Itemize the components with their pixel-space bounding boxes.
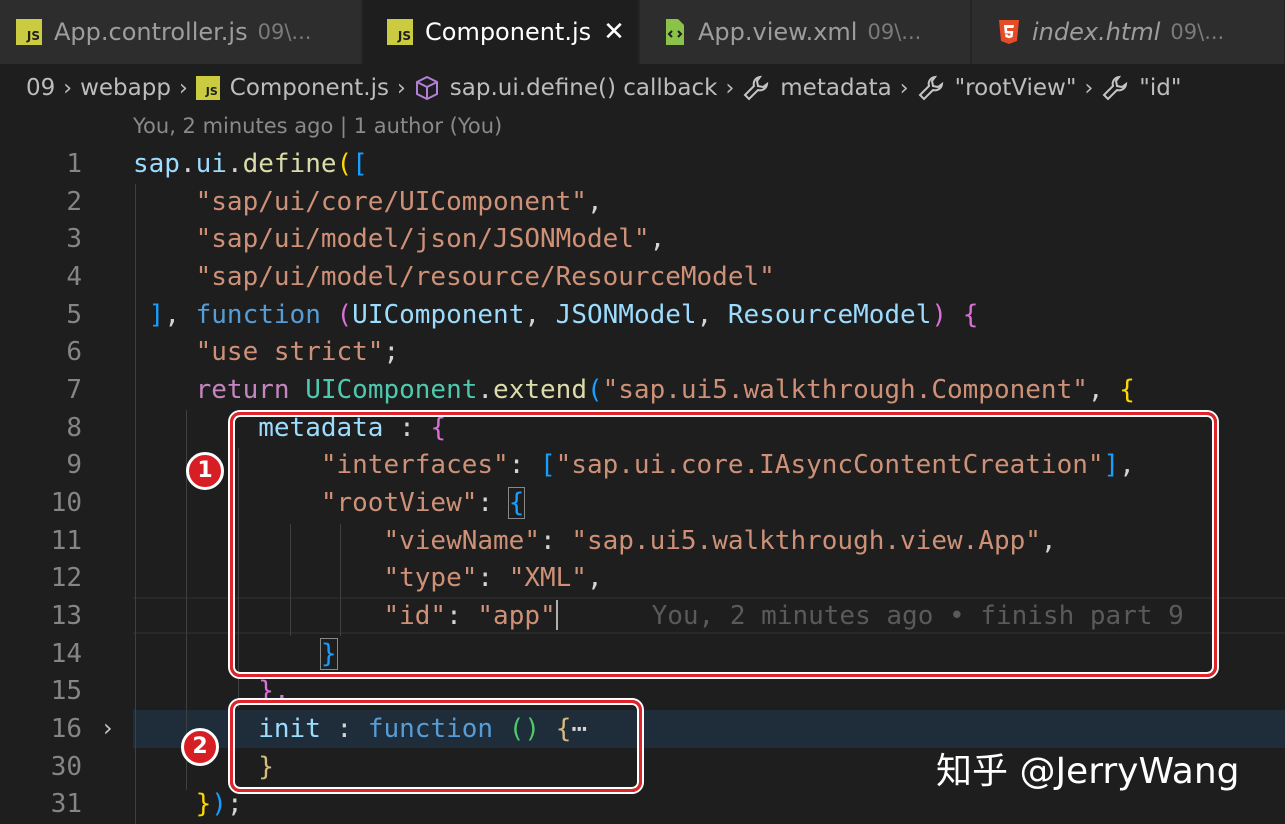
code-line-2[interactable]: "sap/ui/core/UIComponent", [133,184,603,222]
html5-file-icon [999,20,1019,44]
breadcrumb-folder[interactable]: webapp [80,75,171,101]
line-number: 3 [66,224,82,254]
line-number: 8 [66,413,82,443]
tab-path: 09\... [1170,20,1225,44]
tab-path: 09\... [257,20,312,44]
line-number: 30 [50,752,82,782]
annotation-box-1 [230,412,1217,677]
tab-path: 09\... [867,20,922,44]
breadcrumb-folder[interactable]: 09 [26,75,55,101]
wrench-icon [743,75,769,101]
line-number: 31 [50,789,82,819]
breadcrumb-symbol[interactable]: "id" [1139,75,1181,101]
line-number: 6 [66,337,82,367]
tab-app-controller-js[interactable]: JS App.controller.js 09\... [0,0,362,64]
xml-file-icon [666,19,684,45]
tab-label: App.view.xml [698,18,858,46]
tab-label: App.controller.js [54,18,248,46]
line-number: 14 [50,639,82,669]
line-number: 7 [66,375,82,405]
annotation-number-1: 1 [186,452,224,490]
js-file-icon: JS [195,76,220,100]
wrench-icon [918,75,943,101]
line-number: 12 [50,563,82,593]
annotation-box-2 [230,700,642,792]
editor-tab-bar: JS App.controller.js 09\... JS Component… [0,0,1285,64]
line-number: 11 [50,526,82,556]
chevron-right-icon: › [396,75,406,101]
breadcrumb-symbol[interactable]: sap.ui.define() callback [450,75,718,101]
code-line-1[interactable]: sap.ui.define([ [133,146,368,184]
codelens-blame-header[interactable]: You, 2 minutes ago | 1 author (You) [133,114,502,138]
code-line-31[interactable]: }); [133,786,243,824]
line-number: 1 [66,149,82,179]
line-number: 10 [50,488,82,518]
annotation-number-2: 2 [181,728,219,766]
line-number: 13 [50,601,82,631]
breadcrumb: 09 › webapp › JS Component.js › sap.ui.d… [0,64,1285,112]
chevron-right-icon: › [178,75,188,101]
line-number: 4 [66,262,82,292]
close-icon[interactable]: ✕ [603,17,625,47]
breadcrumb-file[interactable]: Component.js [230,75,389,101]
fold-chevron-icon[interactable]: › [103,714,113,742]
breadcrumb-symbol[interactable]: metadata [780,75,891,101]
chevron-right-icon: › [1084,75,1094,101]
line-number: 2 [66,187,82,217]
tab-index-html[interactable]: index.html 09\... [972,0,1285,64]
watermark: 知乎 @JerryWang [936,751,1240,792]
cube-icon [415,75,438,101]
code-line-5[interactable]: ], function (UIComponent, JSONModel, Res… [133,297,979,335]
wrench-icon [1102,75,1128,101]
tab-app-view-xml[interactable]: App.view.xml 09\... [640,0,971,64]
code-line-4[interactable]: "sap/ui/model/resource/ResourceModel" [133,259,775,297]
chevron-right-icon: › [899,75,909,101]
chevron-right-icon: › [725,75,735,101]
line-number: 16 [50,714,82,744]
tab-component-js[interactable]: JS Component.js ✕ [363,0,639,64]
tab-label: Component.js [425,18,592,46]
code-line-7[interactable]: return UIComponent.extend("sap.ui5.walkt… [133,372,1135,410]
chevron-right-icon: › [63,75,73,101]
code-line-6[interactable]: "use strict"; [133,334,400,372]
line-number: 5 [66,300,82,330]
js-file-icon: JS [16,19,42,45]
code-line-3[interactable]: "sap/ui/model/json/JSONModel", [133,221,666,259]
js-file-icon: JS [387,19,413,45]
tab-label: index.html [1032,18,1161,46]
line-number: 15 [50,676,82,706]
breadcrumb-symbol[interactable]: "rootView" [955,75,1077,101]
line-number: 9 [66,450,82,480]
